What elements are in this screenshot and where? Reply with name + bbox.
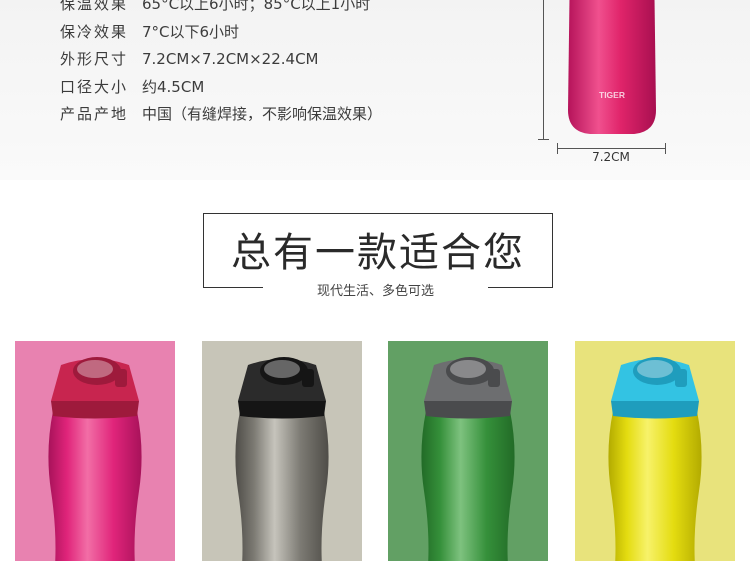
lid-highlight	[264, 360, 300, 378]
spec-row-insulation-hot: 保温效果 65°C以上6小时；85°C以上1小时	[60, 0, 382, 18]
spec-label: 保温效果	[60, 0, 129, 14]
color-tile-yellow	[575, 341, 735, 561]
width-dimension-cap-left	[557, 143, 558, 154]
spec-value: 7°C以下6小时	[142, 22, 240, 41]
bottle-pink-image	[15, 341, 175, 561]
spec-label: 保冷效果	[60, 22, 129, 41]
bottle-collar	[611, 401, 699, 419]
spec-value: 65°C以上6小时；85°C以上1小时	[142, 0, 371, 14]
width-dimension-line	[557, 148, 665, 149]
spec-label: 外形尺寸	[60, 50, 129, 69]
bottle-collar	[238, 401, 326, 419]
spec-value: 约4.5CM	[142, 77, 205, 96]
bottle-silver-image	[202, 341, 362, 561]
spec-table: 保温效果 65°C以上6小时；85°C以上1小时 保冷效果 7°C以下6小时 外…	[60, 0, 382, 128]
color-tile-green	[388, 341, 548, 561]
bottle-green-image	[388, 341, 548, 561]
lid-highlight	[637, 360, 673, 378]
height-dimension-line	[543, 0, 544, 140]
spec-label: 产品产地	[60, 105, 129, 124]
bottle-collar	[424, 401, 512, 419]
section-subtitle: 现代生活、多色可选	[316, 284, 434, 299]
color-tile-silver	[202, 341, 362, 561]
lid-highlight	[77, 360, 113, 378]
lid-latch	[488, 369, 500, 387]
bottle-body	[421, 411, 515, 561]
brand-logo: TIGER	[599, 90, 625, 100]
bottle-body	[235, 411, 329, 561]
hero-bottle-image: TIGER	[568, 0, 656, 134]
spec-section: 保温效果 65°C以上6小时；85°C以上1小时 保冷效果 7°C以下6小时 外…	[0, 0, 750, 180]
spec-value: 中国（有缝焊接，不影响保温效果）	[142, 105, 383, 124]
height-dimension-cap	[538, 139, 549, 140]
bottle-collar	[51, 401, 139, 419]
spec-label: 口径大小	[60, 77, 129, 96]
section-title: 总有一款适合您	[231, 230, 525, 276]
color-tile-pink	[15, 341, 175, 561]
bottle-yellow-image	[575, 341, 735, 561]
lid-latch	[115, 369, 127, 387]
lid-latch	[302, 369, 314, 387]
lid-highlight	[450, 360, 486, 378]
spec-row-dimensions: 外形尺寸 7.2CM×7.2CM×22.4CM	[60, 45, 382, 73]
lid-latch	[675, 369, 687, 387]
spec-row-insulation-cold: 保冷效果 7°C以下6小时	[60, 18, 382, 46]
bottle-body	[48, 411, 142, 561]
width-dimension-label: 7.2CM	[592, 150, 630, 164]
width-dimension-cap-right	[665, 143, 666, 154]
spec-row-origin: 产品产地 中国（有缝焊接，不影响保温效果）	[60, 100, 382, 128]
spec-row-mouth-size: 口径大小 约4.5CM	[60, 73, 382, 101]
bottle-body	[608, 411, 702, 561]
spec-value: 7.2CM×7.2CM×22.4CM	[142, 49, 319, 68]
